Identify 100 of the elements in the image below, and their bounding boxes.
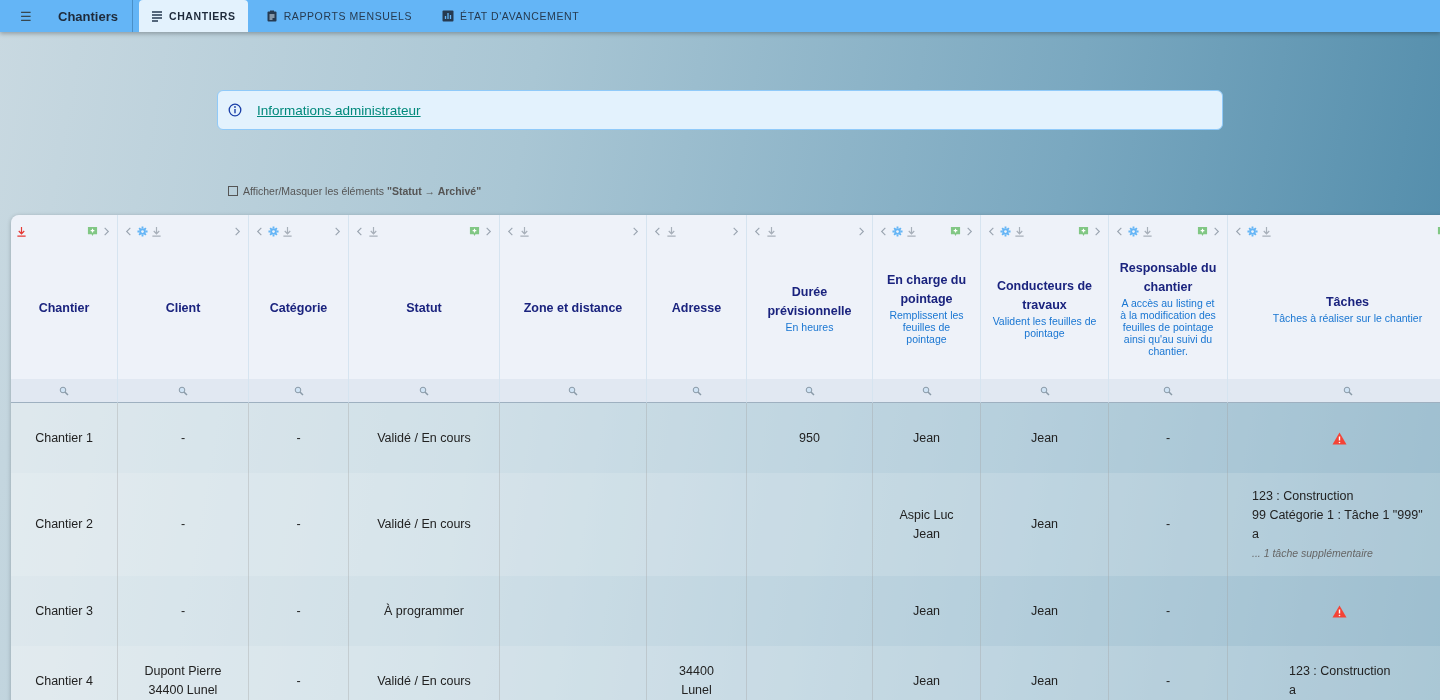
settings-icon[interactable]: [268, 225, 279, 237]
download-icon[interactable]: [1014, 225, 1025, 237]
search-icon[interactable]: [568, 385, 578, 396]
column-title: Statut: [406, 299, 442, 317]
table-cell-text: -: [296, 672, 301, 690]
app-title: Chantiers: [52, 0, 133, 32]
chevron-left-icon[interactable]: [752, 225, 763, 237]
nav-tab[interactable]: RAPPORTS MENSUELS: [253, 0, 425, 32]
search-icon[interactable]: [59, 385, 69, 396]
column-subtitle: Tâches à réaliser sur le chantier: [1272, 311, 1423, 324]
download-icon[interactable]: [282, 225, 293, 237]
settings-icon[interactable]: [137, 225, 148, 237]
table-cell-text: Jean: [911, 525, 942, 543]
chevron-right-icon[interactable]: [730, 225, 741, 237]
download-icon[interactable]: [519, 225, 530, 237]
table-cell-text: 34400: [679, 663, 714, 680]
column-title: Responsable du chantier: [1119, 260, 1217, 296]
chevron-right-icon[interactable]: [1092, 225, 1103, 237]
chevron-left-icon[interactable]: [505, 225, 516, 237]
chevron-left-icon[interactable]: [1233, 225, 1244, 237]
chevron-right-icon[interactable]: [630, 225, 641, 237]
search-icon[interactable]: [419, 385, 429, 396]
download-icon[interactable]: [151, 225, 162, 237]
chevron-left-icon[interactable]: [123, 225, 134, 237]
add-comment-icon[interactable]: [1078, 225, 1089, 237]
chevron-left-icon[interactable]: [254, 225, 265, 237]
chevron-right-icon[interactable]: [964, 225, 975, 237]
settings-icon[interactable]: [1247, 225, 1258, 237]
download-icon[interactable]: [666, 225, 677, 237]
nav-tab[interactable]: CHANTIERS: [138, 0, 248, 32]
add-comment-icon[interactable]: [950, 225, 961, 237]
table-cell-text: Aspic Luc: [899, 506, 954, 524]
table-cell-text: 950: [799, 429, 820, 447]
download-icon[interactable]: [766, 225, 777, 237]
column-title: Tâches: [1325, 293, 1370, 311]
search-icon[interactable]: [804, 385, 815, 396]
table-cell-text: 34400 Lunel: [147, 682, 219, 699]
bar-chart-icon: [442, 10, 455, 22]
download-icon[interactable]: [1261, 225, 1272, 237]
table-cell-text: Dupont Pierre: [144, 663, 222, 680]
table-cell-text: -: [1165, 516, 1171, 533]
warning-icon: [1332, 604, 1347, 618]
column-title: Conducteurs de travaux: [995, 278, 1094, 314]
column-subtitle: Valident les feuilles de pointage: [991, 315, 1098, 339]
checkbox[interactable]: [228, 186, 238, 196]
nav-tab[interactable]: ÉTAT D'AVANCEMENT: [430, 0, 592, 32]
column-title: Catégorie: [269, 299, 328, 317]
table-cell-text: -: [296, 602, 301, 620]
chevron-left-icon[interactable]: [878, 225, 889, 237]
chevron-right-icon[interactable]: [856, 225, 867, 237]
settings-icon[interactable]: [1000, 225, 1011, 237]
download-icon[interactable]: [1142, 225, 1153, 237]
table-cell-text: Jean: [912, 602, 941, 620]
column-title: Durée prévisionnelle: [766, 284, 853, 320]
chevron-left-icon[interactable]: [986, 225, 997, 237]
chevron-right-icon[interactable]: [332, 225, 343, 237]
task-line: 99 Catégorie 1 : Tâche 1 "999": [1252, 506, 1423, 524]
add-comment-icon[interactable]: [87, 225, 98, 237]
search-icon[interactable]: [293, 385, 304, 396]
menu-button[interactable]: ☰: [0, 0, 52, 32]
table-cell-text: Validé / En cours: [377, 672, 471, 690]
more-tasks-note: ... 1 tâche supplémentaire: [1252, 545, 1373, 561]
table-cell-text: -: [1165, 602, 1171, 620]
column-subtitle: En heures: [785, 321, 834, 333]
chevron-left-icon[interactable]: [652, 225, 663, 237]
table-cell-text: Validé / En cours: [377, 429, 471, 447]
search-icon[interactable]: [691, 385, 702, 396]
download-icon[interactable]: [906, 225, 917, 237]
settings-icon[interactable]: [892, 225, 903, 237]
search-icon[interactable]: [1163, 385, 1173, 396]
column-title: Chantier: [38, 299, 90, 317]
download-icon[interactable]: [368, 225, 379, 237]
task-line: a: [1252, 525, 1259, 543]
table-cell-text: Jean: [912, 672, 941, 690]
chevron-right-icon[interactable]: [101, 225, 112, 237]
chevron-right-icon[interactable]: [232, 225, 243, 237]
chevron-left-icon[interactable]: [1114, 225, 1125, 237]
add-comment-icon[interactable]: [1197, 225, 1208, 237]
archive-toggle-label: Afficher/Masquer les éléments "Statut → Archivé": [243, 185, 482, 197]
column-title: Client: [165, 299, 201, 317]
chevron-right-icon[interactable]: [483, 225, 494, 237]
table-cell-text: Chantier 1: [35, 429, 93, 447]
column-title: Zone et distance: [523, 299, 623, 317]
table-cell-text: Jean: [912, 429, 941, 447]
column-subtitle: A accès au listing et à la modification des feuilles de pointage ainsi qu'au suivi du chantier.: [1119, 297, 1217, 357]
task-line: a: [1289, 682, 1296, 699]
table-cell-text: À programmer: [384, 602, 464, 620]
table-cell-text: -: [180, 429, 186, 447]
search-icon[interactable]: [921, 385, 932, 396]
add-comment-icon[interactable]: [469, 225, 480, 237]
admin-info-link[interactable]: Informations administrateur: [257, 102, 421, 118]
download-icon[interactable]: [16, 225, 27, 237]
settings-icon[interactable]: [1128, 225, 1139, 237]
chevron-left-icon[interactable]: [354, 225, 365, 237]
table-cell-text: Validé / En cours: [377, 516, 471, 533]
search-icon[interactable]: [1342, 385, 1353, 396]
column-title: Adresse: [671, 299, 722, 317]
chevron-right-icon[interactable]: [1211, 225, 1222, 237]
search-icon[interactable]: [178, 385, 188, 396]
search-icon[interactable]: [1039, 385, 1050, 396]
